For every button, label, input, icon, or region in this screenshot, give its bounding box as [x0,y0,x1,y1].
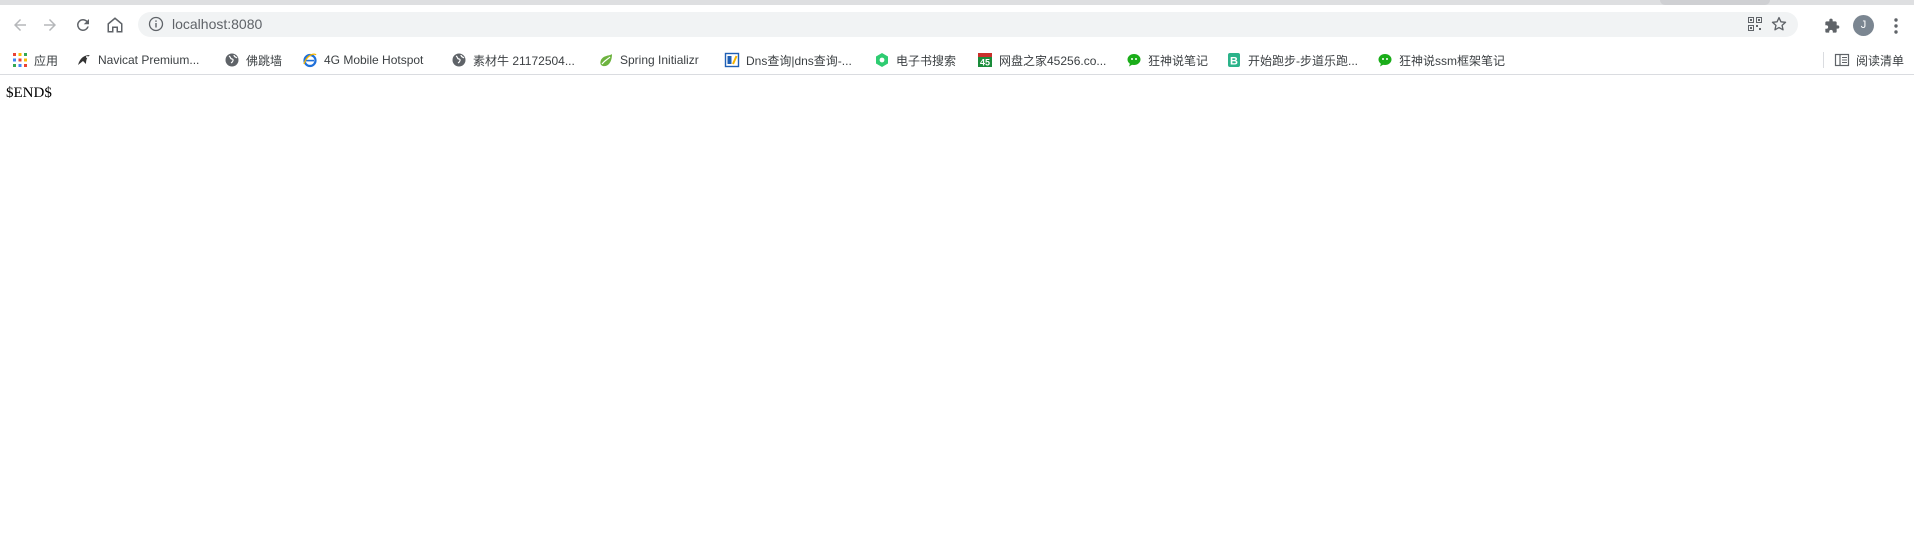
profile-avatar[interactable]: J [1853,15,1874,36]
svg-text:B: B [1230,56,1238,68]
globe-icon [451,52,467,68]
reading-list-label: 阅读清单 [1855,53,1904,68]
bookmark-running[interactable]: B 开始跑步-步道乐跑... [1226,52,1358,68]
bookmark-label: Spring Initializr [620,53,699,67]
bookmark-label: 狂神说ssm框架笔记 [1399,53,1505,68]
spring-icon [598,52,614,68]
divider [1822,52,1824,68]
bookmark-label: 应用 [34,53,59,68]
page-content: $END$ [0,76,1914,544]
bookmark-wangpanzhijia[interactable]: 45 网盘之家45256.co... [977,52,1106,68]
bookmark-label: 狂神说笔记 [1148,53,1209,68]
reading-list-button[interactable]: 阅读清单 [1822,52,1904,68]
bookmark-kuangshen-notes[interactable]: 狂神说笔记 [1126,52,1208,68]
qr-code-icon[interactable] [1748,17,1762,31]
bookmark-star-icon[interactable] [1770,15,1788,33]
info-icon[interactable] [148,16,164,32]
bookmark-label: 网盘之家45256.co... [999,53,1107,68]
reading-list-icon [1834,53,1850,67]
more-menu-icon[interactable] [1888,17,1904,35]
dns-icon [724,52,740,68]
home-icon [107,17,123,33]
back-button[interactable] [8,13,32,37]
bookmark-dns-query[interactable]: Dns查询|dns查询-... [724,52,852,68]
forward-button[interactable] [38,13,62,37]
bookmark-fotiaoqiang[interactable]: 佛跳墙 [224,52,282,68]
url-text[interactable]: localhost:8080 [172,16,262,33]
bookmark-sucainiu[interactable]: 素材牛 21172504... [451,52,575,68]
wechat-icon [1377,52,1393,68]
bookmark-spring-initializr[interactable]: Spring Initializr [598,52,699,68]
b-icon: B [1226,52,1242,68]
arrow-right-icon [44,19,56,31]
home-button[interactable] [103,13,127,37]
bookmark-label: 开始跑步-步道乐跑... [1248,53,1358,68]
bookmark-label: Dns查询|dns查询-... [746,53,852,68]
badge-45-icon: 45 [977,52,993,68]
bookmark-apps[interactable]: 应用 [12,52,58,68]
bookmark-label: 电子书搜索 [896,53,957,68]
ie-icon [302,52,318,68]
wechat-icon [1126,52,1142,68]
extensions-puzzle-icon[interactable] [1824,18,1840,34]
bookmarks-bar: 应用 Navicat Premium... 佛跳墙 4G Mobile Hots… [0,45,1914,75]
browser-toolbar: localhost:8080 J [0,5,1914,45]
reload-icon [77,19,89,31]
bookmark-ebook-search[interactable]: 电子书搜索 [874,52,956,68]
bookmark-label: 素材牛 21172504... [473,53,575,68]
bookmark-label: Navicat Premium... [98,53,200,67]
arrow-left-icon [14,19,26,31]
globe-icon [224,52,240,68]
bookmark-kuangshen-ssm[interactable]: 狂神说ssm框架笔记 [1377,52,1505,68]
page-body-text: $END$ [6,85,52,101]
bookmark-label: 4G Mobile Hotspot [324,53,424,67]
bookmark-4g-hotspot[interactable]: 4G Mobile Hotspot [302,52,423,68]
address-bar[interactable]: localhost:8080 [138,12,1798,37]
navicat-icon [76,52,92,68]
svg-text:45: 45 [980,58,990,68]
apps-grid-icon [12,52,28,68]
bookmark-label: 佛跳墙 [246,53,283,68]
reload-button[interactable] [71,13,95,37]
hex-icon [874,52,890,68]
bookmark-navicat[interactable]: Navicat Premium... [76,52,199,68]
